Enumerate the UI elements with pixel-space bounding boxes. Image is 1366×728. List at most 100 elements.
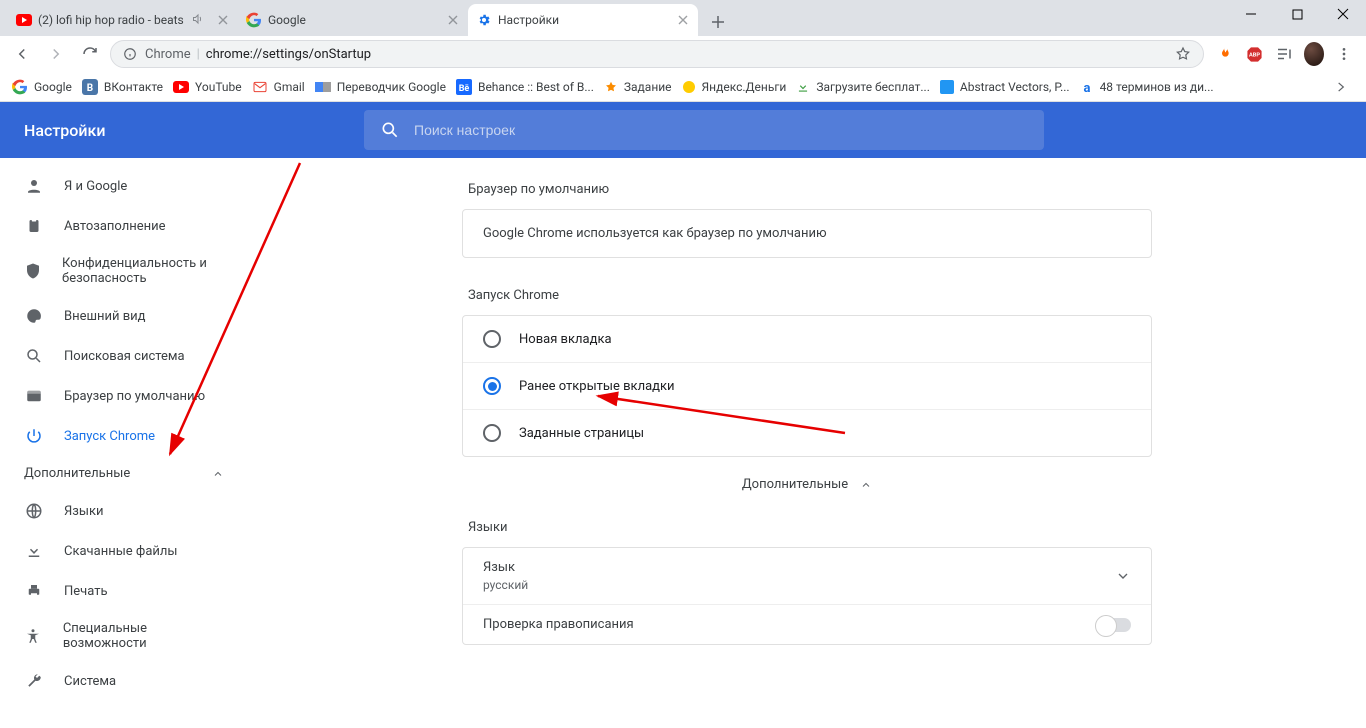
bookmark-item[interactable]: Задание	[604, 80, 672, 94]
bookmark-label: 48 терминов из ди...	[1100, 80, 1214, 94]
tab-close-icon[interactable]	[216, 13, 230, 27]
radio-label: Заданные страницы	[519, 426, 644, 441]
new-tab-button[interactable]	[704, 8, 732, 36]
tab-close-icon[interactable]	[446, 13, 460, 27]
radio-checked-icon	[483, 377, 501, 395]
extension-flame-icon[interactable]	[1214, 44, 1234, 64]
settings-header: Настройки	[0, 102, 1366, 158]
sidebar-item-appearance[interactable]: Внешний вид	[0, 296, 248, 336]
sidebar-item-label: Скачанные файлы	[64, 544, 178, 559]
browser-tab-0[interactable]: (2) lofi hip hop radio - beats	[8, 4, 238, 36]
sidebar-item-privacy[interactable]: Конфиденциальность и безопасность	[0, 246, 248, 296]
chrome-menu-icon[interactable]	[1334, 44, 1354, 64]
spellcheck-label: Проверка правописания	[483, 617, 634, 632]
content-advanced-toggle[interactable]: Дополнительные	[462, 457, 1152, 512]
tab-close-icon[interactable]	[676, 13, 690, 27]
address-bar[interactable]: Chrome | chrome://settings/onStartup	[110, 40, 1204, 68]
bookmark-item[interactable]: Загрузите бесплат...	[796, 80, 930, 94]
reading-list-icon[interactable]	[1274, 44, 1294, 64]
site-info-icon[interactable]	[123, 47, 137, 61]
bookmark-item[interactable]: Abstract Vectors, P...	[940, 80, 1070, 94]
extension-adblock-icon[interactable]: ABP	[1244, 44, 1264, 64]
settings-content: Браузер по умолчанию Google Chrome испол…	[462, 158, 1152, 685]
tab-title: Настройки	[498, 13, 670, 27]
bookmark-item[interactable]: Google	[12, 79, 72, 95]
window-close-button[interactable]	[1320, 0, 1366, 28]
window-controls	[1228, 0, 1366, 36]
star-bookmark-icon[interactable]	[1175, 46, 1191, 62]
settings-search-input[interactable]	[414, 122, 1028, 138]
toggle-switch[interactable]	[1097, 618, 1131, 632]
download-icon	[796, 80, 810, 94]
settings-search[interactable]	[364, 110, 1044, 150]
sidebar-item-label: Автозаполнение	[64, 219, 166, 234]
section-default-browser-title: Браузер по умолчанию	[468, 182, 1152, 197]
spellcheck-row[interactable]: Проверка правописания	[463, 604, 1151, 644]
browser-tab-2[interactable]: Настройки	[468, 4, 698, 36]
radio-icon	[483, 424, 501, 442]
language-label: Язык	[483, 560, 528, 575]
bookmark-item[interactable]: BВКонтакте	[82, 79, 163, 95]
svg-text:Bē: Bē	[459, 84, 470, 94]
languages-card: Язык русский Проверка правописания	[462, 547, 1152, 645]
sidebar-item-label: Поисковая система	[64, 349, 185, 364]
startup-option-new-tab[interactable]: Новая вкладка	[463, 316, 1151, 362]
sidebar-item-system[interactable]: Система	[0, 661, 248, 701]
reload-button[interactable]	[76, 40, 104, 68]
radio-label: Ранее открытые вкладки	[519, 379, 675, 394]
behance-icon: Bē	[456, 79, 472, 95]
advanced-toggle-label: Дополнительные	[742, 477, 848, 492]
accessibility-icon	[24, 626, 43, 646]
search-icon	[380, 120, 400, 140]
sidebar-item-search-engine[interactable]: Поисковая система	[0, 336, 248, 376]
bookmark-label: Google	[34, 80, 72, 94]
forward-button[interactable]	[42, 40, 70, 68]
sidebar-item-printing[interactable]: Печать	[0, 571, 248, 611]
tab-strip: (2) lofi hip hop radio - beats Google На…	[0, 0, 732, 36]
bookmark-item[interactable]: BēBehance :: Best of B...	[456, 79, 594, 95]
browser-tab-1[interactable]: Google	[238, 4, 468, 36]
sidebar-item-downloads[interactable]: Скачанные файлы	[0, 531, 248, 571]
window-titlebar: (2) lofi hip hop radio - beats Google На…	[0, 0, 1366, 36]
sidebar-item-label: Запуск Chrome	[64, 429, 155, 444]
youtube-icon	[173, 79, 189, 95]
svg-text:a: a	[1083, 81, 1090, 94]
sidebar-item-autofill[interactable]: Автозаполнение	[0, 206, 248, 246]
bookmark-label: Переводчик Google	[337, 80, 446, 94]
shield-icon	[24, 261, 42, 281]
sidebar-item-label: Языки	[64, 504, 104, 519]
settings-content-scroll[interactable]: Браузер по умолчанию Google Chrome испол…	[248, 158, 1366, 728]
sidebar-item-on-startup[interactable]: Запуск Chrome	[0, 416, 248, 456]
bookmark-item[interactable]: Переводчик Google	[315, 79, 446, 95]
sidebar-item-you-and-google[interactable]: Я и Google	[0, 166, 248, 206]
bookmark-item[interactable]: Яндекс.Деньги	[682, 80, 787, 94]
bookmark-label: Яндекс.Деньги	[702, 80, 787, 94]
sidebar-item-default-browser[interactable]: Браузер по умолчанию	[0, 376, 248, 416]
yandex-money-icon	[682, 80, 696, 94]
sidebar-advanced-toggle[interactable]: Дополнительные	[0, 456, 248, 491]
settings-sidebar-scroll[interactable]: Я и Google Автозаполнение Конфиденциальн…	[0, 158, 248, 728]
startup-option-specific-pages[interactable]: Заданные страницы	[463, 409, 1151, 456]
bookmark-item[interactable]: YouTube	[173, 79, 242, 95]
sidebar-item-label: Я и Google	[64, 179, 127, 194]
language-row[interactable]: Язык русский	[463, 548, 1151, 604]
profile-avatar[interactable]	[1304, 44, 1324, 64]
startup-option-continue[interactable]: Ранее открытые вкладки	[463, 362, 1151, 409]
youtube-icon	[16, 12, 32, 28]
bookmark-item[interactable]: Gmail	[252, 79, 305, 95]
window-minimize-button[interactable]	[1228, 0, 1274, 28]
download-icon	[24, 541, 44, 561]
star-icon	[604, 80, 618, 94]
bookmark-item[interactable]: a 48 терминов из ди...	[1080, 80, 1214, 94]
wrench-icon	[24, 671, 44, 691]
address-bar-text: Chrome | chrome://settings/onStartup	[145, 47, 1167, 62]
person-icon	[24, 176, 44, 196]
sidebar-item-languages[interactable]: Языки	[0, 491, 248, 531]
sidebar-item-accessibility[interactable]: Специальные возможности	[0, 611, 248, 661]
search-icon	[24, 346, 44, 366]
bookmarks-overflow-button[interactable]	[1328, 80, 1354, 94]
svg-text:ABP: ABP	[1248, 52, 1259, 58]
bookmark-label: Abstract Vectors, P...	[960, 80, 1070, 94]
back-button[interactable]	[8, 40, 36, 68]
window-maximize-button[interactable]	[1274, 0, 1320, 28]
